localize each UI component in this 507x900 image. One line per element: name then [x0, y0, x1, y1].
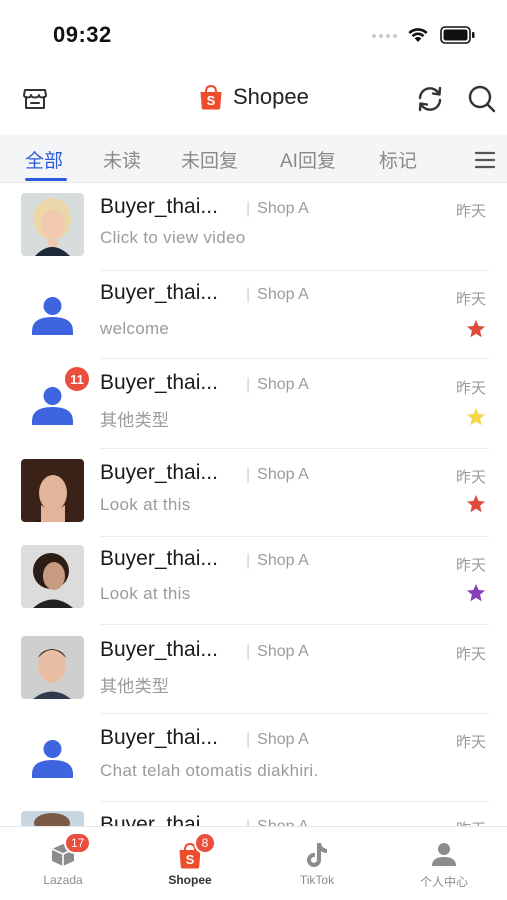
cellular-signal-icon — [372, 34, 397, 38]
message-date: 昨天 — [456, 203, 487, 220]
avatar — [21, 545, 84, 608]
tab-ai-reply[interactable]: AI回复 — [280, 146, 336, 173]
status-bar: 09:32 — [0, 0, 507, 68]
row-divider — [100, 624, 489, 625]
avatar — [21, 459, 84, 522]
shop-name: Shop A — [246, 643, 309, 661]
tab-unread[interactable]: 未读 — [103, 146, 141, 173]
search-icon[interactable] — [466, 83, 498, 115]
unread-badge: 11 — [63, 365, 91, 393]
message-date: 昨天 — [456, 646, 487, 663]
buyer-name: Buyer_thai... — [100, 638, 218, 661]
message-preview: Look at this — [100, 584, 191, 603]
nav-profile[interactable]: 个人中心 — [381, 827, 507, 900]
shop-name: Shop A — [246, 818, 309, 826]
app-header: S Shopee — [0, 70, 507, 134]
tab-unreplied[interactable]: 未回复 — [181, 146, 238, 173]
store-icon[interactable] — [22, 86, 48, 112]
buyer-name: Buyer_thai... — [100, 195, 218, 218]
nav-tiktok[interactable]: TikTok — [254, 827, 380, 900]
wifi-icon — [408, 28, 428, 42]
tab-overflow-hint: （ — [456, 146, 464, 173]
nav-label: 个人中心 — [419, 875, 468, 889]
status-time: 09:32 — [53, 22, 112, 47]
menu-icon[interactable] — [474, 151, 496, 169]
avatar — [21, 285, 84, 348]
avatar — [21, 636, 84, 699]
person-icon — [432, 843, 456, 866]
nav-label: Lazada — [43, 873, 83, 887]
tiktok-note-icon — [307, 843, 327, 867]
battery-icon — [440, 26, 475, 44]
row-divider — [100, 801, 489, 802]
message-preview: 其他类型 — [100, 411, 170, 430]
nav-label: TikTok — [299, 873, 335, 887]
buyer-name: Buyer_thai... — [100, 371, 218, 394]
message-preview: welcome — [100, 319, 170, 338]
svg-text:S: S — [186, 852, 195, 867]
message-preview: 其他类型 — [100, 677, 170, 696]
buyer-name: Buyer_thai... — [100, 813, 218, 826]
star-icon[interactable] — [466, 407, 486, 427]
conversation-row[interactable]: Buyer_thai... Shop A 昨天 其他类型 — [0, 626, 507, 714]
bottom-nav: 17 Lazada S 8 Shopee TikTok 个人中心 — [0, 826, 507, 900]
buyer-name: Buyer_thai... — [100, 547, 218, 570]
conversation-row[interactable]: Buyer_thai... Shop A 昨天 Click to view vi… — [0, 183, 507, 271]
nav-label: Shopee — [168, 873, 212, 887]
page-title: Shopee — [233, 84, 309, 109]
conversation-row[interactable]: Buyer_thai... Shop A 昨天 welcome — [0, 271, 507, 359]
nav-lazada[interactable]: 17 Lazada — [0, 827, 126, 900]
buyer-name: Buyer_thai... — [100, 461, 218, 484]
filter-tabs: 全部 未读 未回复 AI回复 标记 （ — [0, 135, 507, 183]
header-title-group: S Shopee — [199, 84, 309, 110]
conversation-row[interactable]: Buyer_thai... Shop A 昨天 Look at this — [0, 537, 507, 625]
buyer-name: Buyer_thai... — [100, 281, 218, 304]
star-icon[interactable] — [466, 319, 486, 339]
star-icon[interactable] — [466, 583, 486, 603]
message-preview: Chat telah otomatis diakhiri. — [100, 761, 319, 780]
shop-name: Shop A — [246, 466, 309, 484]
avatar — [21, 811, 84, 826]
message-date: 昨天 — [456, 469, 487, 486]
message-date: 昨天 — [456, 291, 487, 308]
nav-badge: 17 — [64, 832, 92, 854]
nav-shopee[interactable]: S 8 Shopee — [127, 827, 253, 900]
avatar — [21, 728, 84, 791]
message-date: 昨天 — [456, 818, 486, 826]
message-preview: Click to view video — [100, 228, 246, 247]
conversation-row[interactable]: Buyer_thai... Shop A 昨天 Chat telah otoma… — [0, 714, 507, 802]
conversation-row[interactable]: 11 Buyer_thai... Shop A 昨天 其他类型 — [0, 361, 507, 449]
row-divider — [100, 358, 489, 359]
shopee-logo-icon: S — [200, 84, 222, 110]
star-icon[interactable] — [466, 494, 486, 514]
conversation-row[interactable]: Buyer_thai... Shop A 昨天 Look at this — [0, 449, 507, 537]
refresh-icon[interactable] — [414, 83, 446, 115]
message-date: 昨天 — [456, 380, 487, 397]
message-date: 昨天 — [456, 557, 487, 574]
svg-text:S: S — [207, 93, 216, 108]
message-date: 昨天 — [456, 734, 487, 751]
shop-name: Shop A — [246, 200, 309, 218]
active-tab-indicator — [25, 178, 67, 181]
message-preview: Look at this — [100, 495, 191, 514]
tab-marked[interactable]: 标记 — [379, 146, 417, 173]
shop-name: Shop A — [246, 376, 309, 394]
tab-all[interactable]: 全部 — [25, 146, 63, 173]
shop-name: Shop A — [246, 552, 309, 570]
shop-name: Shop A — [246, 286, 309, 304]
conversation-row[interactable]: Buyer_thai... Shop A 昨天 — [0, 803, 507, 826]
avatar — [21, 193, 84, 256]
buyer-name: Buyer_thai... — [100, 726, 218, 749]
nav-badge: 8 — [194, 832, 216, 854]
conversation-list: Buyer_thai... Shop A 昨天 Click to view vi… — [0, 183, 507, 826]
shop-name: Shop A — [246, 731, 309, 749]
